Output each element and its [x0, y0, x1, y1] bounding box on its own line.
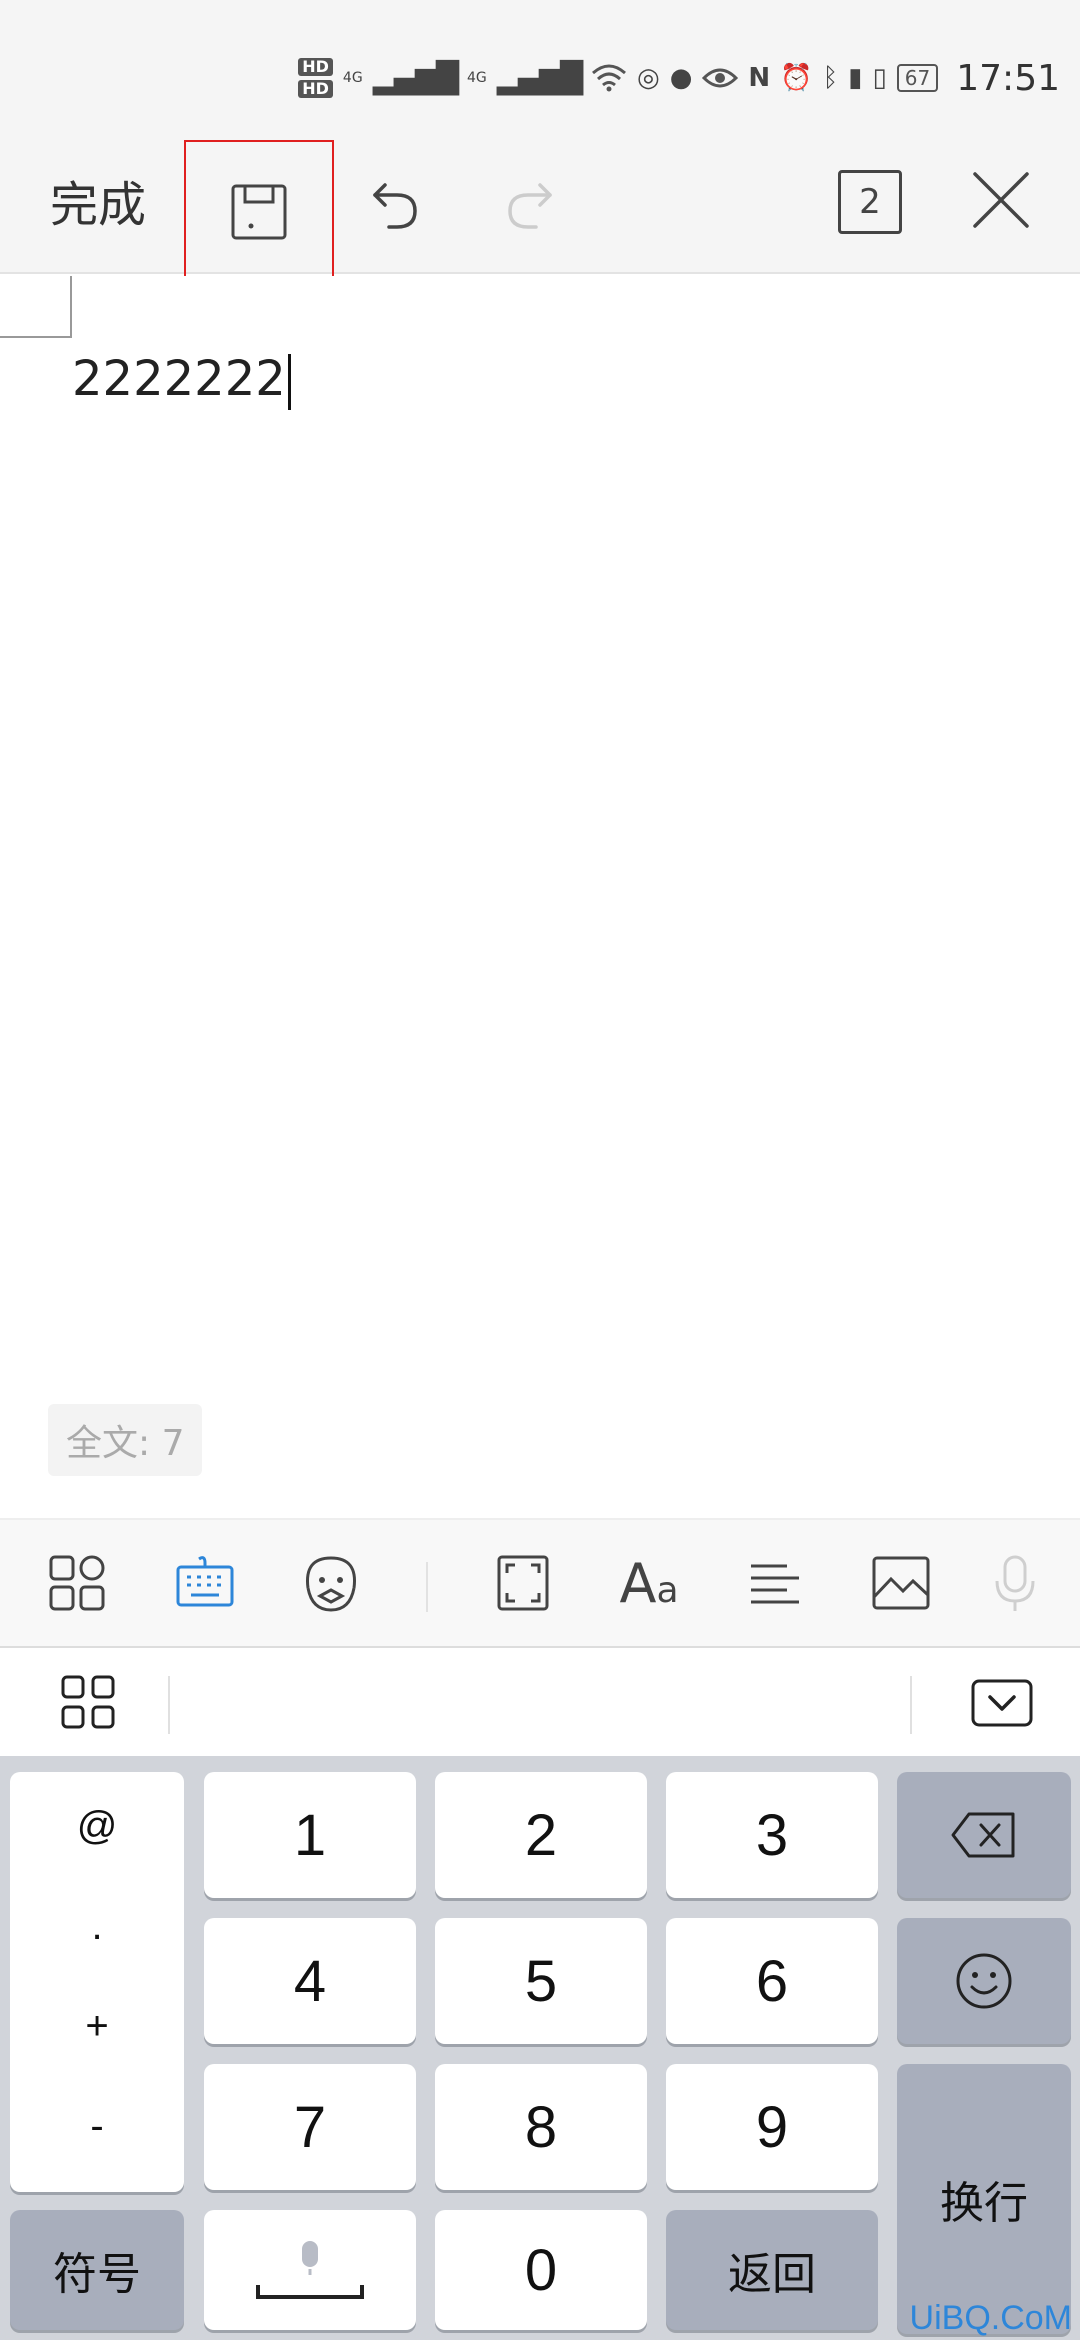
keyboard-header [0, 1650, 1080, 1756]
font-icon-big: A [619, 1551, 657, 1615]
hd1-label: HD [298, 58, 333, 76]
status-bar: HD HD 4G ▂▄▆█ 4G ▂▄▆█ ◎ ● N ⏰ ᛒ ▮ ▯ 67 1… [0, 0, 1080, 140]
undo-button[interactable] [355, 160, 435, 250]
page-corner-mark [0, 276, 72, 338]
grid-icon [61, 1675, 115, 1729]
backspace-icon [951, 1812, 1015, 1858]
back-key[interactable]: 返回 [666, 2210, 878, 2330]
space-key[interactable] [204, 2210, 416, 2330]
keyboard-header-divider-2 [910, 1676, 912, 1734]
key-dot[interactable]: . [91, 1896, 102, 1956]
smiley-icon [956, 1953, 1012, 2009]
backspace-key[interactable] [897, 1772, 1071, 1898]
top-toolbar: 完成 2 [0, 140, 1080, 284]
symbol-column[interactable]: @ . + - [10, 1772, 184, 2192]
mic-button[interactable] [980, 1538, 1050, 1628]
watermark: UiBQ.CoM [909, 2299, 1072, 2337]
key-2[interactable]: 2 [435, 1772, 647, 1898]
emoji-face-button[interactable] [286, 1538, 376, 1628]
image-button[interactable] [856, 1538, 946, 1628]
eye-icon [702, 68, 739, 88]
toolbar-divider [426, 1562, 428, 1612]
key-plus[interactable]: + [85, 1996, 108, 2056]
keyboard-menu-button[interactable] [60, 1674, 116, 1734]
close-icon [973, 172, 1029, 228]
key-at[interactable]: @ [77, 1796, 118, 1856]
text-caret [287, 354, 291, 410]
apps-button[interactable] [32, 1538, 122, 1628]
emoji-face-icon [305, 1556, 357, 1612]
align-button[interactable] [730, 1538, 820, 1628]
hd-icon: HD HD [298, 58, 333, 98]
document-area[interactable]: 2222222 全文: 7 [0, 276, 1080, 1516]
font-button[interactable]: Aa [604, 1538, 694, 1628]
keyboard-header-divider [168, 1676, 170, 1734]
alarm-icon: ⏰ [780, 63, 813, 93]
document-text[interactable]: 2222222 [72, 344, 291, 414]
key-7[interactable]: 7 [204, 2064, 416, 2190]
image-icon [872, 1556, 930, 1610]
done-button[interactable]: 完成 [50, 170, 146, 240]
pages-button[interactable]: 2 [838, 170, 902, 234]
battery-saver-icon: ▮ [848, 63, 863, 93]
key-8[interactable]: 8 [435, 2064, 647, 2190]
document-text-content: 2222222 [72, 351, 286, 407]
fullscreen-button[interactable] [478, 1538, 568, 1628]
font-icon-small: a [656, 1569, 679, 1611]
redo-icon [508, 183, 552, 229]
undo-icon [373, 183, 417, 229]
word-count-badge: 全文: 7 [48, 1404, 203, 1476]
edit-toolbar: Aa [0, 1518, 1080, 1648]
chat-icon: ● [669, 63, 693, 93]
status-time: 17:51 [956, 57, 1060, 99]
symbols-key[interactable]: 符号 [10, 2210, 184, 2330]
nfc-icon: N [748, 63, 771, 93]
enter-key[interactable]: 换行 [897, 2064, 1071, 2334]
save-icon [231, 184, 287, 240]
vibrate-icon: ▯ [872, 63, 887, 93]
status-icons: HD HD 4G ▂▄▆█ 4G ▂▄▆█ ◎ ● N ⏰ ᛒ ▮ ▯ 67 1… [298, 48, 1060, 108]
key-5[interactable]: 5 [435, 1918, 647, 2044]
bluetooth-icon: ᛒ [822, 63, 839, 93]
key-4[interactable]: 4 [204, 1918, 416, 2044]
signal-icon: ▂▄▆█ [372, 60, 459, 96]
wifi-icon [592, 64, 627, 92]
sync-icon: ◎ [637, 63, 660, 93]
mic-icon [995, 1555, 1035, 1611]
key-6[interactable]: 6 [666, 1918, 878, 2044]
emoji-key[interactable] [897, 1918, 1071, 2044]
redo-button[interactable] [490, 160, 570, 250]
keyboard-button[interactable] [160, 1538, 250, 1628]
apps-icon [49, 1555, 105, 1611]
keyboard-icon [176, 1556, 234, 1607]
key-9[interactable]: 9 [666, 2064, 878, 2190]
signal-4g-label: 4G [342, 70, 363, 86]
numeric-keyboard: @ . + - 1 2 3 4 5 6 7 8 9 换行 符号 0 返回 UiB… [0, 1756, 1080, 2340]
mic-space-icon [256, 2241, 364, 2299]
key-minus[interactable]: - [90, 2096, 103, 2156]
save-button[interactable] [184, 140, 334, 284]
signal-icon-2: ▂▄▆█ [496, 60, 583, 96]
hide-keyboard-button[interactable] [970, 1678, 1034, 1732]
key-3[interactable]: 3 [666, 1772, 878, 1898]
battery-icon: 67 [896, 64, 939, 92]
key-1[interactable]: 1 [204, 1772, 416, 1898]
close-button[interactable] [966, 160, 1036, 240]
font-icon: Aa [619, 1552, 678, 1615]
fullscreen-icon [497, 1555, 549, 1611]
align-icon [751, 1564, 799, 1604]
chevron-down-icon [971, 1679, 1033, 1727]
hd2-label: HD [298, 80, 333, 98]
key-0[interactable]: 0 [435, 2210, 647, 2330]
signal-4g-label-2: 4G [466, 70, 487, 86]
